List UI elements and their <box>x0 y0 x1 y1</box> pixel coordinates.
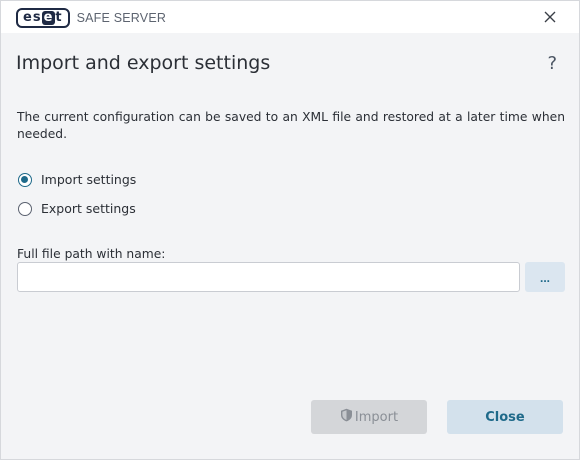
import-settings-option[interactable]: Import settings <box>18 172 136 187</box>
close-button[interactable]: Close <box>447 400 563 434</box>
logo-badge: es e t <box>16 8 70 28</box>
dialog-window: es e t SAFE SERVER Import and export setti… <box>0 0 580 460</box>
export-radio-label: Export settings <box>41 201 136 216</box>
help-icon[interactable]: ? <box>547 53 557 74</box>
eset-logo: es e t SAFE SERVER <box>16 8 166 28</box>
browse-button[interactable]: ... <box>525 262 565 292</box>
export-radio[interactable] <box>18 201 32 216</box>
import-radio[interactable] <box>18 172 32 187</box>
import-radio-label: Import settings <box>41 172 137 187</box>
dialog-title: Import and export settings <box>16 52 271 74</box>
product-name: SAFE SERVER <box>76 11 167 25</box>
close-icon[interactable] <box>541 8 559 26</box>
description-text: The current configuration can be saved t… <box>17 110 565 141</box>
export-settings-option[interactable]: Export settings <box>18 201 136 216</box>
file-path-input[interactable] <box>17 262 520 292</box>
import-button-label: Import <box>354 409 399 425</box>
import-button[interactable]: Import <box>311 400 427 434</box>
file-path-label: Full file path with name: <box>17 247 166 261</box>
shield-icon <box>340 408 355 426</box>
title-bar: es e t SAFE SERVER <box>1 1 579 33</box>
